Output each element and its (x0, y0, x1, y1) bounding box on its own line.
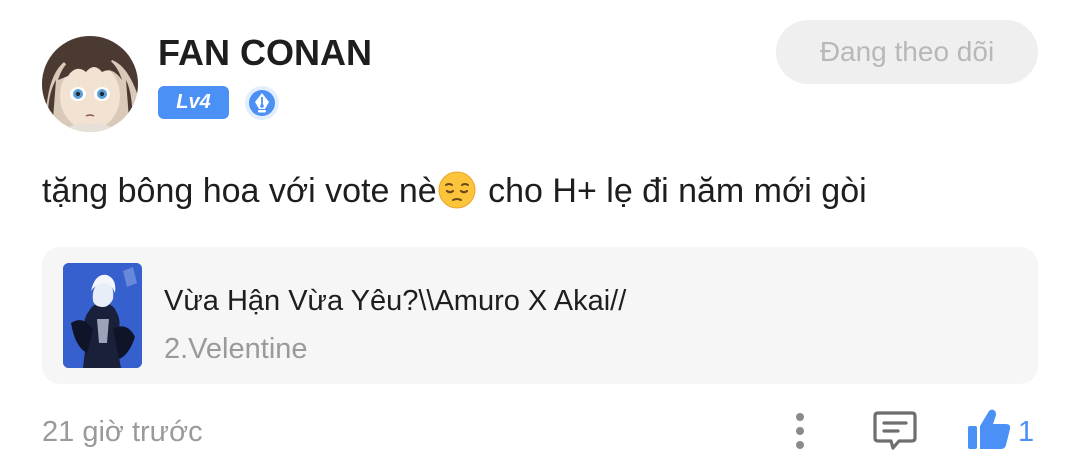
following-button[interactable]: Đang theo dõi (776, 20, 1038, 84)
more-vertical-icon[interactable] (784, 409, 816, 453)
comment-icon[interactable] (872, 408, 918, 452)
thumbs-up-icon[interactable] (966, 407, 1012, 451)
avatar[interactable] (42, 36, 138, 132)
linked-story-card[interactable]: Vừa Hận Vừa Yêu?\\Amuro X Akai// 2.Velen… (42, 247, 1038, 384)
post-text: tặng bông hoa với vote nè cho H+ lẹ đi n… (42, 168, 867, 214)
post-text-part-2: cho H+ lẹ đi năm mới gòi (478, 172, 867, 210)
post-text-part-1: tặng bông hoa với vote nè (42, 172, 437, 210)
comment-post: FAN CONAN Lv4 Đang theo dõi tặng bông ho… (0, 0, 1080, 461)
quill-badge-icon (244, 85, 280, 121)
level-badge: Lv4 (158, 86, 229, 119)
story-cover-image (63, 263, 142, 368)
username[interactable]: FAN CONAN (158, 32, 372, 74)
avatar-image (42, 36, 138, 132)
like-count: 1 (1018, 416, 1035, 448)
story-title: Vừa Hận Vừa Yêu?\\Amuro X Akai// (164, 285, 627, 317)
story-chapter: 2.Velentine (164, 333, 308, 365)
timestamp: 21 giờ trước (42, 416, 203, 448)
pensive-face-emoji-icon (437, 170, 477, 210)
